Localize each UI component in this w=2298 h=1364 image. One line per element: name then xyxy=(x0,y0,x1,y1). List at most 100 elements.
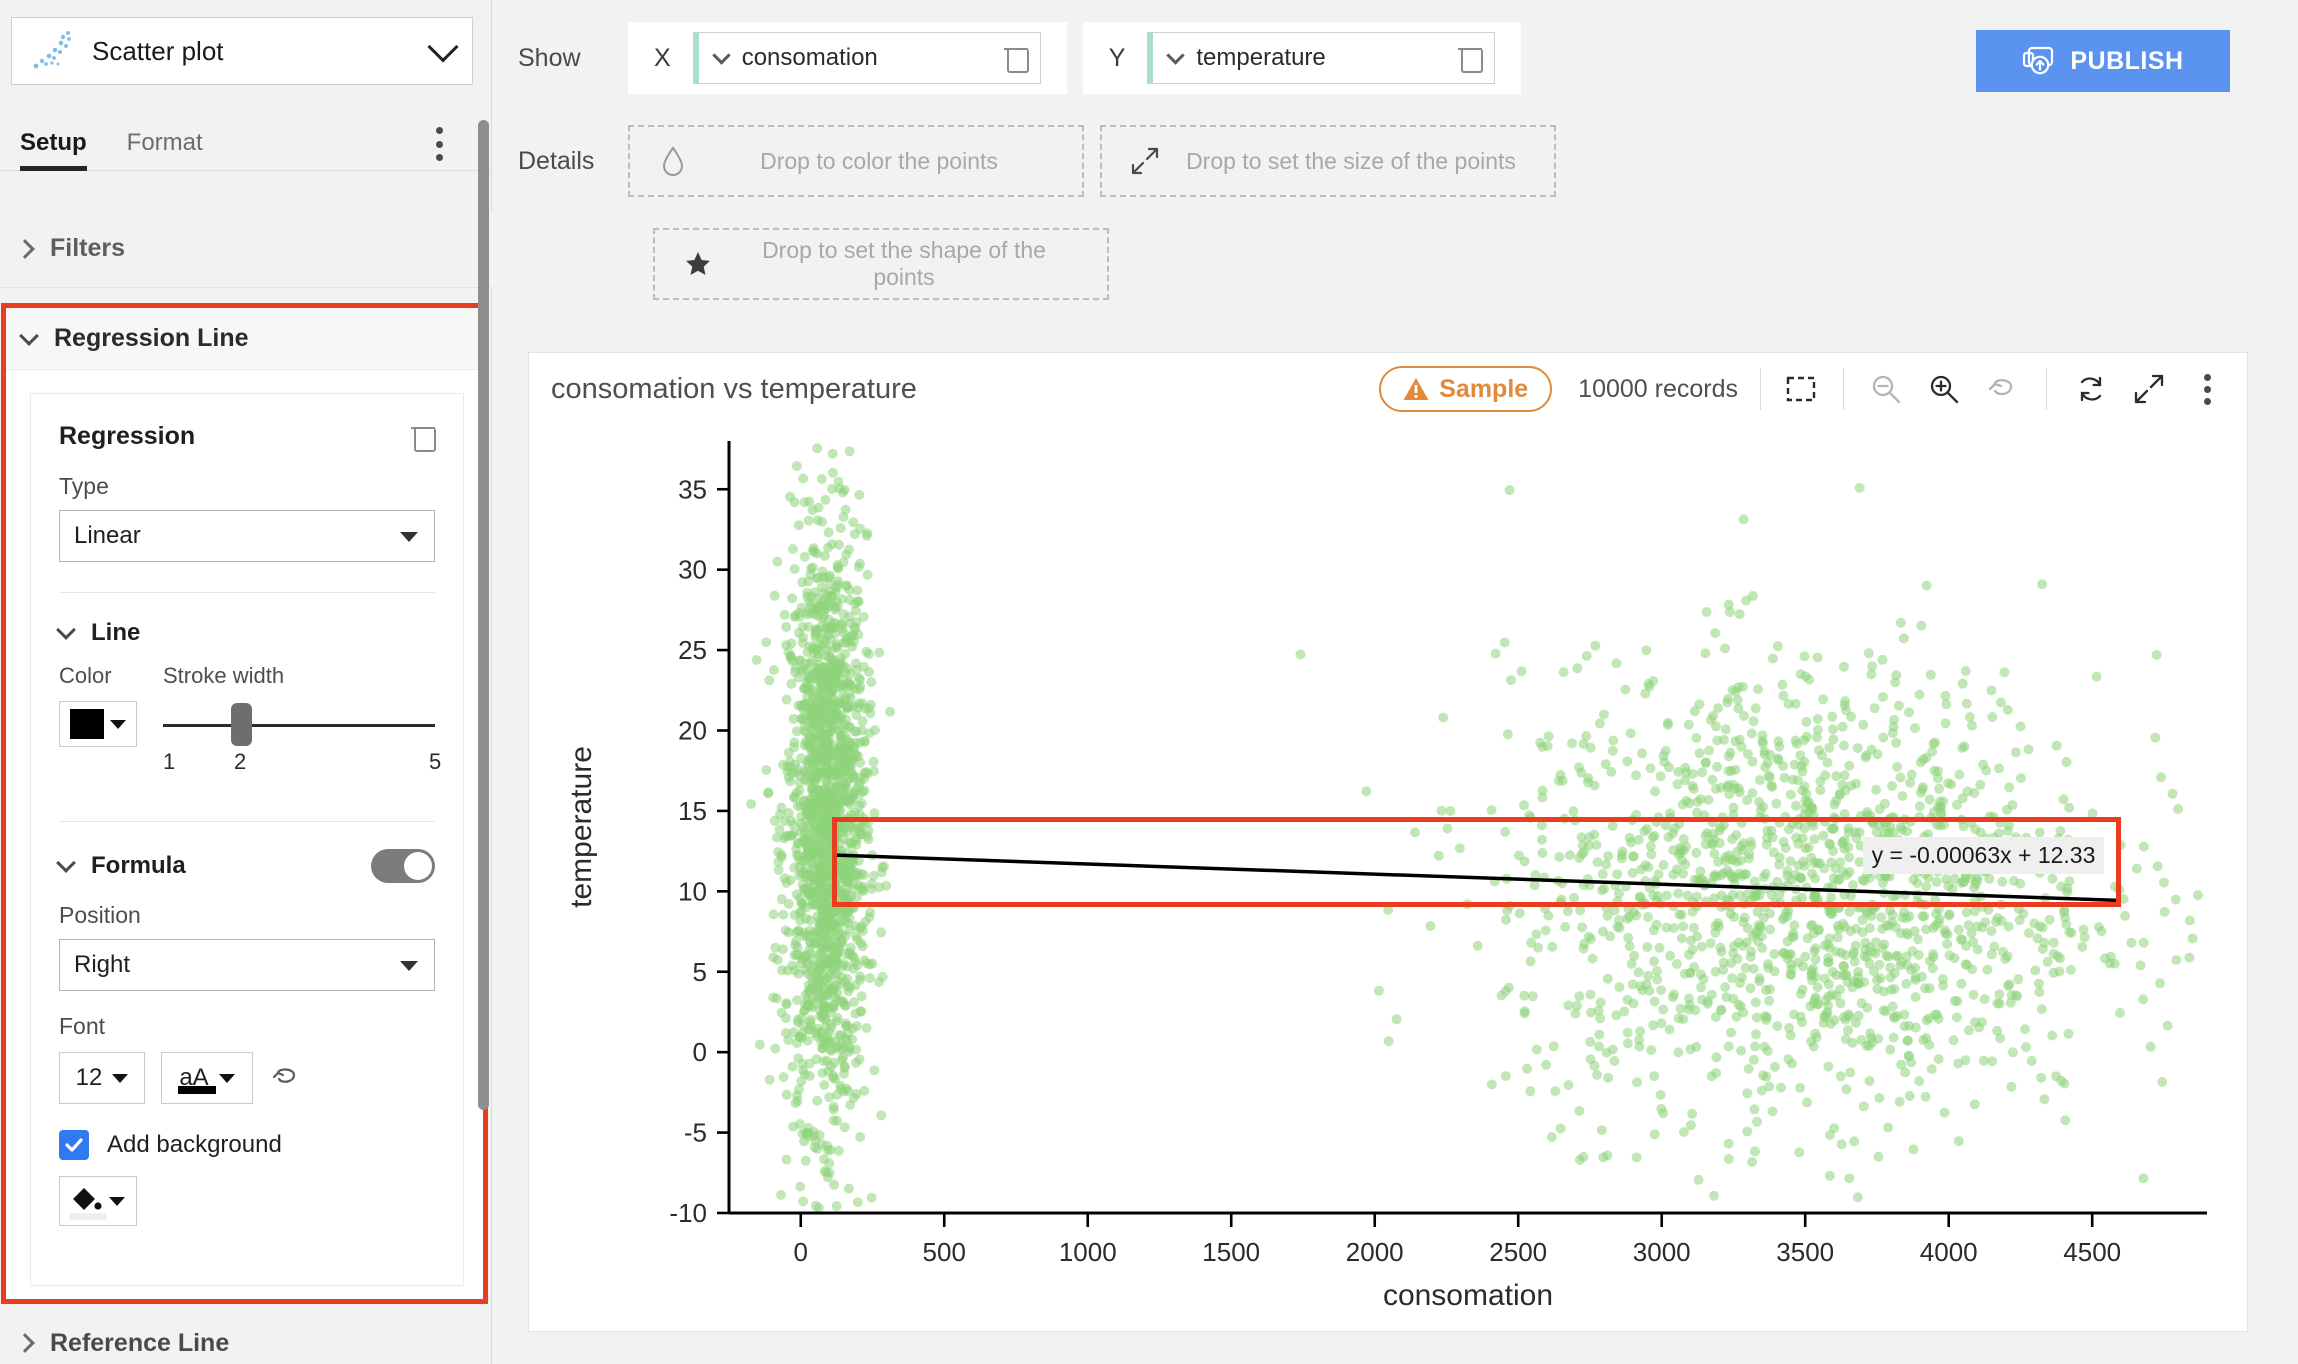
font-size-value: 12 xyxy=(75,1064,103,1091)
slider-thumb[interactable] xyxy=(231,703,252,746)
drop-zone-color[interactable]: Drop to color the points xyxy=(628,125,1084,197)
svg-text:3000: 3000 xyxy=(1633,1237,1691,1267)
tab-setup[interactable]: Setup xyxy=(20,129,87,171)
publish-upload-icon xyxy=(2023,46,2054,75)
svg-text:0: 0 xyxy=(794,1237,808,1267)
publish-label: PUBLISH xyxy=(2070,46,2184,75)
chevron-down-icon[interactable] xyxy=(427,31,459,63)
trash-icon[interactable] xyxy=(411,423,436,452)
trash-icon[interactable] xyxy=(1003,44,1029,73)
color-drop-icon xyxy=(650,145,696,177)
chart-title: consomation vs temperature xyxy=(551,372,917,405)
svg-text:4500: 4500 xyxy=(2063,1237,2121,1267)
sidebar-section-regression-line[interactable]: Regression Line xyxy=(6,308,483,370)
drop-zone-size-text: Drop to set the size of the points xyxy=(1186,147,1516,174)
chart-type-selector[interactable]: Scatter plot xyxy=(11,17,473,85)
divider xyxy=(1843,368,1844,410)
svg-text:5: 5 xyxy=(693,957,707,987)
chevron-down-icon xyxy=(56,853,76,873)
scatter-plot[interactable]: -10 -5 0 5 10 15 20 25 30 35 0 500 1000 1500 2000 2500 3… xyxy=(529,425,2247,1331)
chevron-down-icon xyxy=(109,1196,125,1206)
axes xyxy=(727,441,2207,1215)
regression-type-select[interactable]: Linear xyxy=(59,510,435,562)
plot-svg: -10 -5 0 5 10 15 20 25 30 35 0 500 1000 1500 2000 2500 3… xyxy=(565,441,2207,1312)
x-field-name: consomation xyxy=(741,44,878,71)
x-field-container: X consomation xyxy=(628,22,1067,94)
line-color-picker[interactable] xyxy=(59,701,137,747)
undo-icon[interactable] xyxy=(1984,371,2020,407)
slider-tick-labels: 1 2 5 xyxy=(163,749,441,777)
publish-button[interactable]: PUBLISH xyxy=(1976,30,2230,92)
chart-toolbar: consomation vs temperature Sample 10000 … xyxy=(529,353,2247,425)
app-root: Scatter plot Setup Format Filters Regres… xyxy=(0,0,2298,1364)
chevron-down-icon[interactable] xyxy=(711,45,731,65)
stroke-width-control: Stroke width 1 2 5 xyxy=(163,663,441,777)
selection-box-icon[interactable] xyxy=(1783,371,1819,407)
add-background-checkbox[interactable] xyxy=(59,1130,89,1160)
chart-type-label: Scatter plot xyxy=(92,35,224,66)
font-controls: 12 aA xyxy=(31,1052,463,1104)
chart-card: consomation vs temperature Sample 10000 … xyxy=(528,352,2248,1332)
regression-line-section-highlight: Regression Line Regression Type Linear L… xyxy=(1,303,488,1304)
divider xyxy=(2046,368,2047,410)
divider xyxy=(1760,368,1761,410)
add-background-row: Add background xyxy=(31,1130,463,1160)
line-label: Line xyxy=(91,619,141,646)
tab-format[interactable]: Format xyxy=(127,129,203,170)
undo-icon[interactable] xyxy=(269,1061,303,1095)
sidebar-section-filters[interactable]: Filters xyxy=(0,210,492,288)
y-field-pill[interactable]: temperature xyxy=(1147,32,1496,84)
status-badge[interactable]: Sample xyxy=(1379,366,1553,412)
formula-position-select[interactable]: Right xyxy=(59,939,435,991)
background-color-swatch xyxy=(69,1213,107,1220)
svg-text:10: 10 xyxy=(678,876,707,906)
formula-toggle[interactable] xyxy=(371,849,435,883)
refresh-icon[interactable] xyxy=(2073,371,2109,407)
x-field-pill[interactable]: consomation xyxy=(692,32,1041,84)
star-shape-icon xyxy=(675,250,721,278)
y-axis-label: temperature xyxy=(565,746,598,908)
trash-icon[interactable] xyxy=(1458,44,1484,73)
svg-text:-5: -5 xyxy=(684,1118,707,1148)
zoom-out-icon[interactable] xyxy=(1868,371,1904,407)
chevron-down-icon[interactable] xyxy=(1166,45,1186,65)
expand-icon[interactable] xyxy=(2131,371,2167,407)
type-label: Type xyxy=(59,473,109,499)
chevron-right-icon xyxy=(15,1333,35,1353)
slider-tick-current: 2 xyxy=(234,749,247,774)
chevron-down-icon xyxy=(110,719,126,729)
line-subsection-header[interactable]: Line xyxy=(31,619,463,647)
details-row: Details Drop to color the points Drop to… xyxy=(518,125,1556,197)
resize-arrows-icon xyxy=(1122,146,1168,176)
svg-text:0: 0 xyxy=(693,1037,707,1067)
slider-track xyxy=(163,724,435,727)
panel-tabs: Setup Format xyxy=(0,113,492,171)
drop-zone-size[interactable]: Drop to set the size of the points xyxy=(1100,125,1556,197)
more-options-icon[interactable] xyxy=(2189,371,2225,407)
font-color-select[interactable]: aA xyxy=(161,1052,253,1104)
zoom-in-icon[interactable] xyxy=(1926,371,1962,407)
chevron-right-icon xyxy=(15,238,35,259)
svg-text:2500: 2500 xyxy=(1489,1237,1547,1267)
font-size-select[interactable]: 12 xyxy=(59,1052,145,1104)
drop-zone-color-text: Drop to color the points xyxy=(760,147,998,174)
y-axis-letter: Y xyxy=(1108,43,1126,72)
sample-label: Sample xyxy=(1439,374,1529,403)
svg-text:25: 25 xyxy=(678,635,707,665)
sidebar-section-reference-line[interactable]: Reference Line xyxy=(0,1322,492,1364)
drop-zone-shape[interactable]: Drop to set the shape of the points xyxy=(653,228,1109,300)
more-options-icon[interactable] xyxy=(436,127,444,161)
encoding-shelf: Show X consomation Y temperature Details… xyxy=(493,0,2298,340)
regression-title: Regression xyxy=(59,422,196,450)
show-row: Show X consomation Y temperature xyxy=(518,22,1522,94)
stroke-width-slider[interactable] xyxy=(163,703,435,746)
scatter-points xyxy=(746,443,2203,1213)
background-color-picker[interactable] xyxy=(59,1176,137,1226)
shape-row: Drop to set the shape of the points xyxy=(653,228,1109,300)
formula-subsection-header[interactable]: Formula xyxy=(31,849,463,883)
sidebar-scrollbar[interactable] xyxy=(478,120,489,1110)
svg-text:4000: 4000 xyxy=(1920,1237,1978,1267)
divider xyxy=(59,821,435,822)
line-color-control: Color xyxy=(59,663,157,777)
svg-text:30: 30 xyxy=(678,555,707,585)
